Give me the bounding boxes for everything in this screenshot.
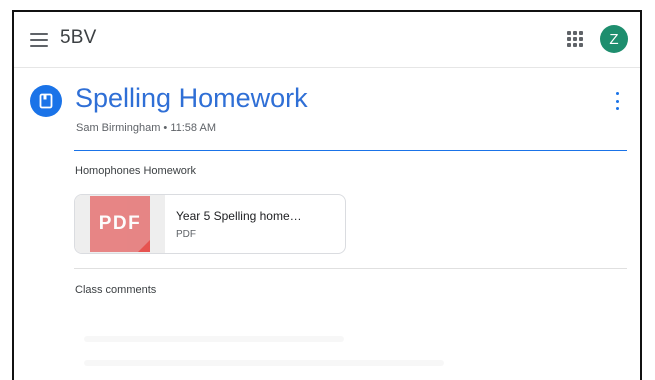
attachment-title: Year 5 Spelling home… bbox=[176, 209, 302, 223]
account-avatar[interactable]: Z bbox=[600, 25, 628, 53]
faded-placeholder bbox=[84, 360, 444, 366]
attachment-type: PDF bbox=[176, 229, 196, 240]
apps-dot bbox=[567, 43, 571, 47]
class-comments-heading: Class comments bbox=[75, 284, 157, 296]
apps-dot bbox=[579, 37, 583, 41]
more-dot bbox=[615, 99, 619, 103]
pdf-corner-fold bbox=[138, 240, 150, 252]
apps-dot bbox=[573, 31, 577, 35]
apps-dot bbox=[573, 43, 577, 47]
class-name[interactable]: 5BV bbox=[60, 27, 97, 49]
menu-line bbox=[30, 45, 48, 47]
apps-dot bbox=[567, 37, 571, 41]
header-divider bbox=[74, 150, 627, 151]
google-apps-grid-icon[interactable] bbox=[567, 31, 583, 47]
book-glyph bbox=[39, 93, 53, 109]
class-comments-area[interactable] bbox=[74, 308, 627, 378]
faded-placeholder bbox=[84, 336, 344, 342]
more-vertical-icon[interactable] bbox=[613, 92, 621, 110]
apps-dot bbox=[567, 31, 571, 35]
top-app-bar: 5BV Z bbox=[14, 12, 640, 68]
post-description: Homophones Homework bbox=[75, 165, 197, 177]
apps-dot bbox=[579, 31, 583, 35]
pdf-file-icon: PDF bbox=[90, 196, 150, 252]
post-title: Spelling Homework bbox=[75, 83, 308, 113]
section-divider bbox=[74, 268, 627, 269]
classroom-window: 5BV Z Spelling Homework Sam Birmingham •… bbox=[12, 10, 642, 380]
more-dot bbox=[615, 107, 619, 110]
post-meta: Sam Birmingham • 11:58 AM bbox=[76, 122, 216, 134]
hamburger-menu-icon[interactable] bbox=[28, 30, 50, 50]
attachment-card[interactable]: PDF Year 5 Spelling home… PDF bbox=[74, 194, 346, 254]
apps-dot bbox=[579, 43, 583, 47]
apps-dot bbox=[573, 37, 577, 41]
menu-line bbox=[30, 33, 48, 35]
more-dot bbox=[615, 92, 619, 95]
attachment-thumbnail: PDF bbox=[75, 195, 165, 253]
menu-line bbox=[30, 39, 48, 41]
pdf-badge-label: PDF bbox=[98, 213, 142, 234]
assignment-book-icon bbox=[30, 85, 62, 117]
